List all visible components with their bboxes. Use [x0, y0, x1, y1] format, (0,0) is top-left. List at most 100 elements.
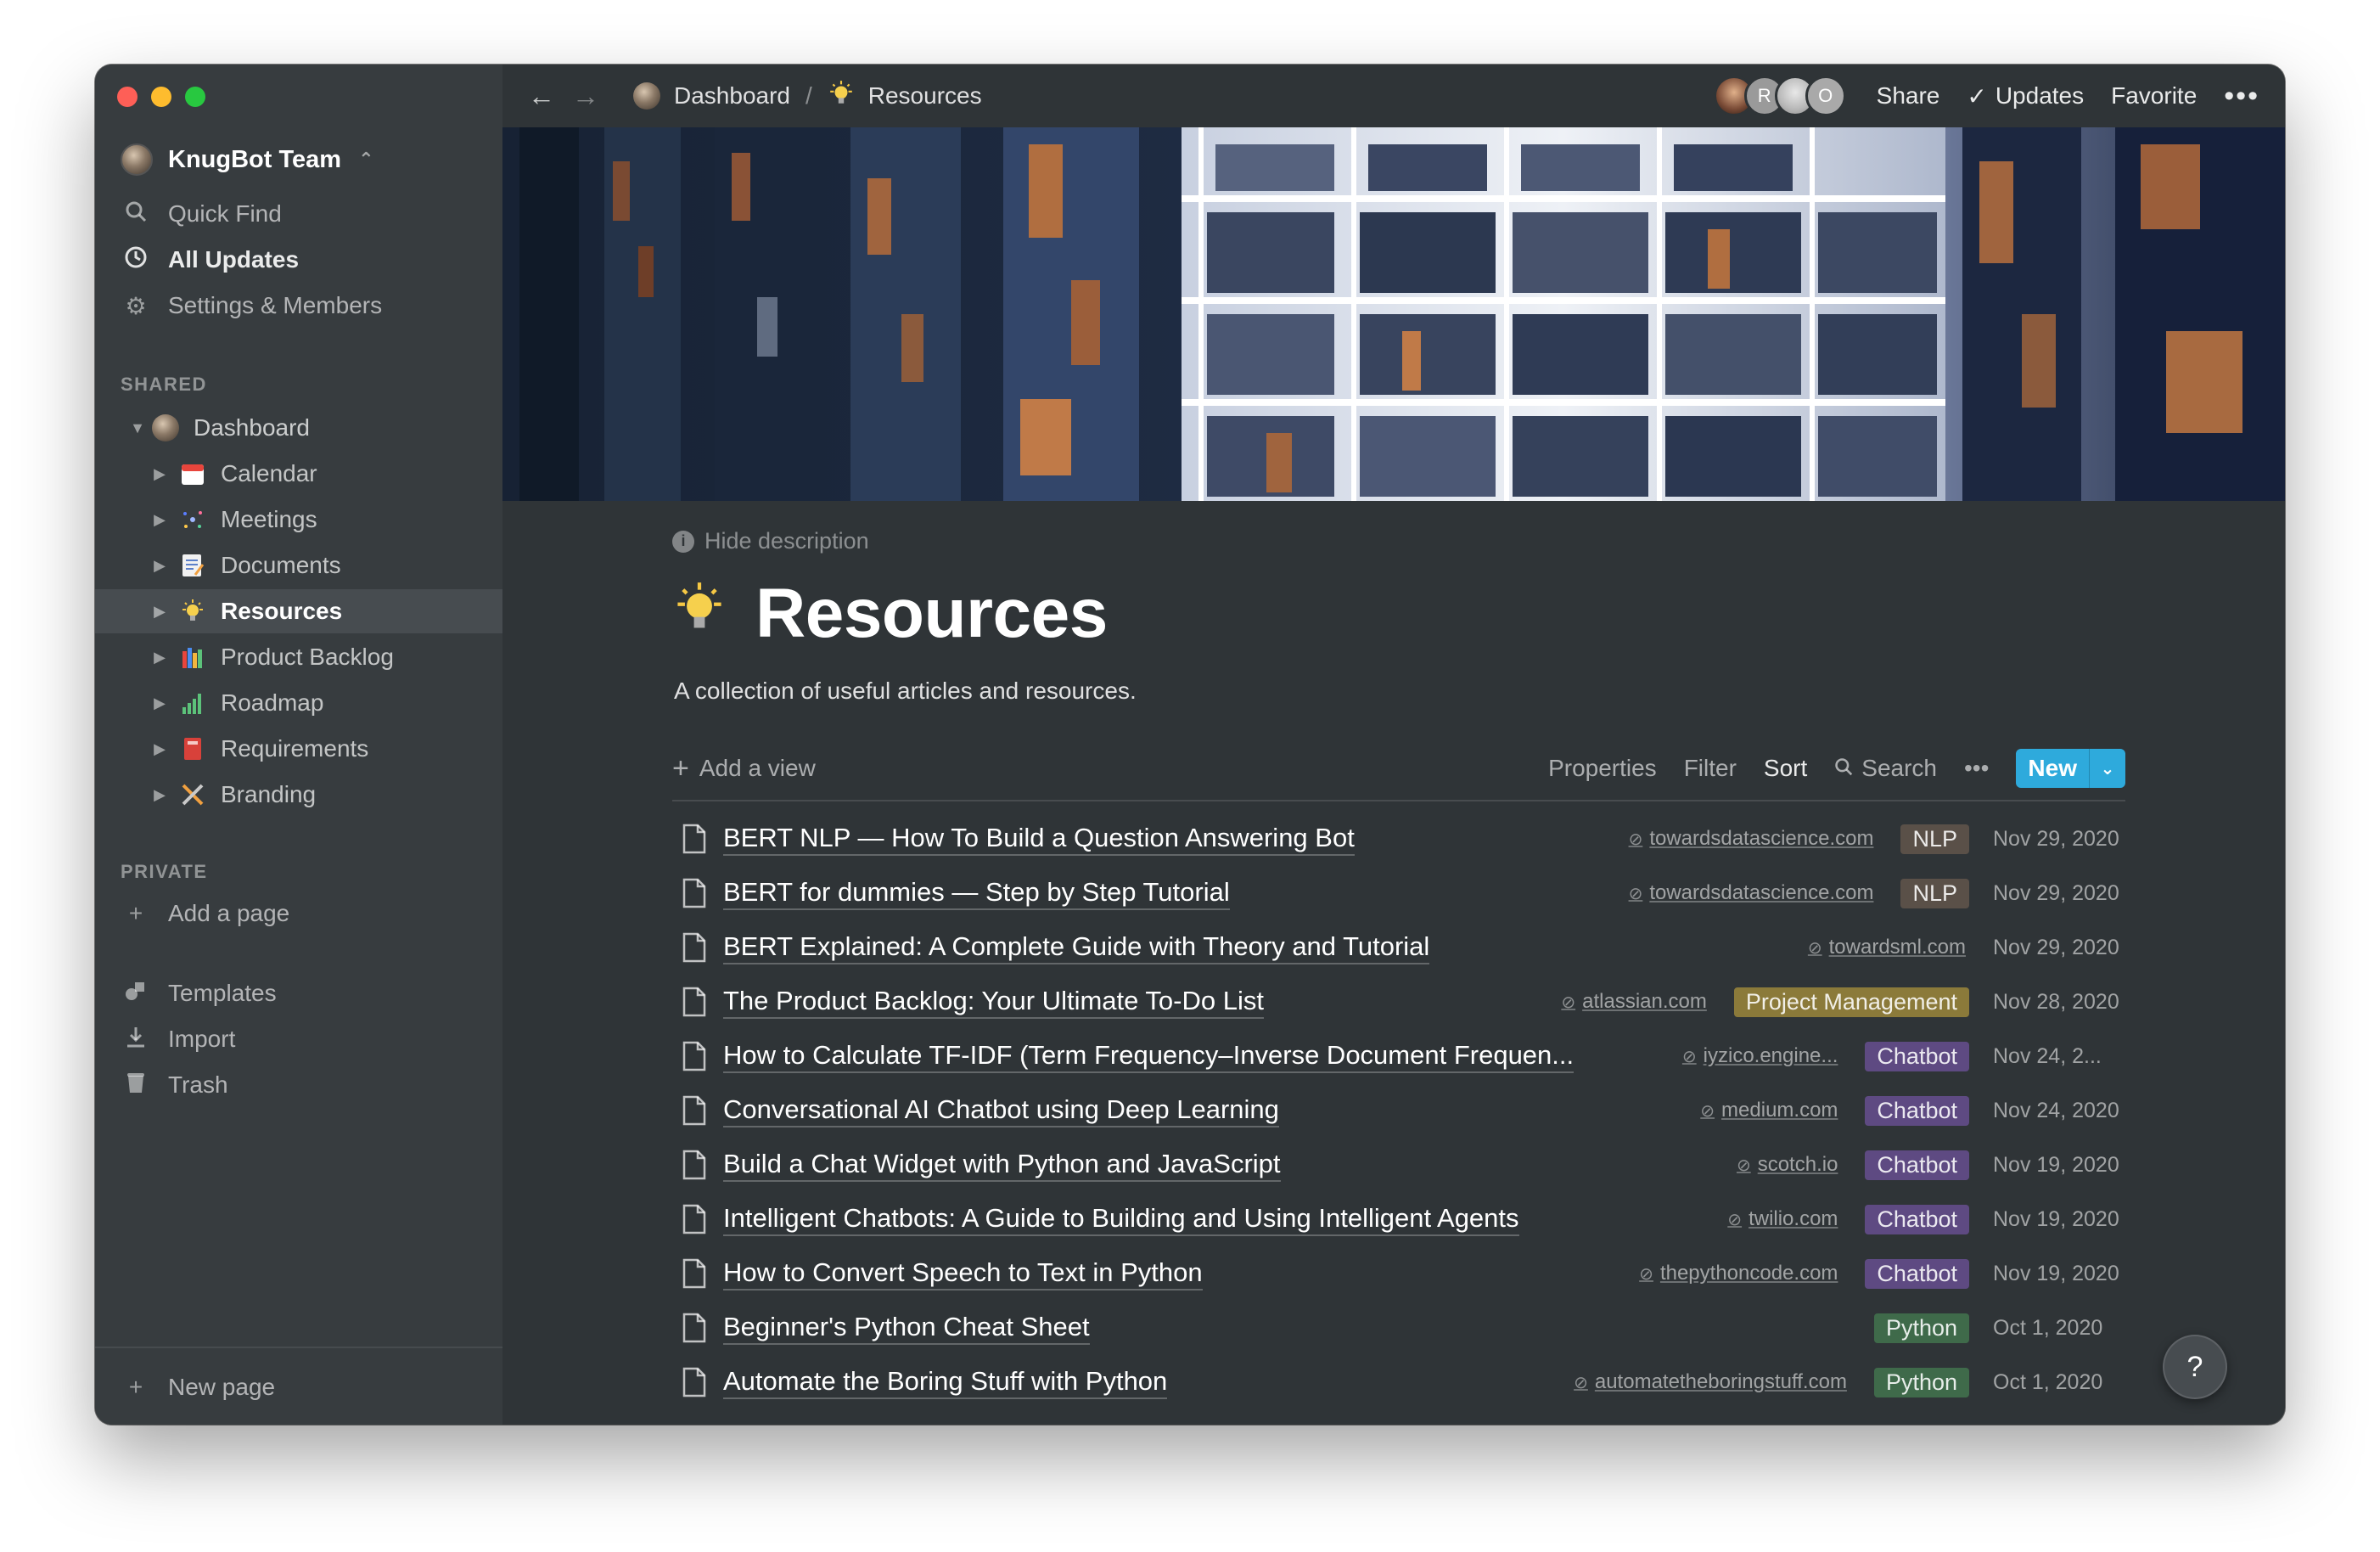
row-title[interactable]: Conversational AI Chatbot using Deep Lea…: [723, 1094, 1279, 1127]
row-title[interactable]: BERT NLP — How To Build a Question Answe…: [723, 822, 1355, 856]
row-url[interactable]: ⊘ medium.com: [1700, 1099, 1838, 1122]
row-title[interactable]: How to Calculate TF-IDF (Term Frequency–…: [723, 1039, 1575, 1073]
row-title[interactable]: Automate the Boring Stuff with Python: [723, 1365, 1168, 1399]
sidebar-item-templates[interactable]: Templates: [121, 971, 502, 1015]
share-button[interactable]: Share: [1877, 82, 1940, 110]
new-button[interactable]: New: [2016, 749, 2089, 788]
row-url[interactable]: ⊘ towardsml.com: [1808, 936, 1966, 959]
expanded-arrow-icon[interactable]: ▼: [129, 419, 146, 437]
breadcrumb-dashboard[interactable]: Dashboard: [674, 82, 790, 110]
row-tag[interactable]: Chatbot: [1865, 1150, 1969, 1180]
new-page-button[interactable]: + New page: [121, 1365, 502, 1409]
add-page-button[interactable]: + Add a page: [121, 891, 502, 936]
collaborator-avatars[interactable]: R O: [1713, 76, 1846, 116]
add-view-button[interactable]: + Add a view: [672, 752, 816, 785]
more-options-button[interactable]: •••: [2224, 80, 2259, 113]
sidebar-item-resources[interactable]: ▶ Resources: [95, 589, 502, 633]
row-url[interactable]: ⊘ twilio.com: [1727, 1207, 1838, 1231]
page-title-text[interactable]: Resources: [755, 574, 1108, 654]
sidebar-item-label: Branding: [221, 781, 317, 807]
back-arrow-icon[interactable]: ←: [528, 81, 555, 112]
list-item[interactable]: Intelligent Chatbots: A Guide to Buildin…: [672, 1192, 2125, 1246]
collapsed-arrow-icon[interactable]: ▶: [151, 511, 168, 529]
sidebar-item-quick-find[interactable]: Quick Find: [121, 192, 502, 236]
sidebar-item-calendar[interactable]: ▶ Calendar: [95, 452, 502, 496]
collapsed-arrow-icon[interactable]: ▶: [151, 694, 168, 712]
close-window-button[interactable]: [117, 87, 138, 107]
row-tag[interactable]: Python: [1873, 1313, 1969, 1343]
list-item[interactable]: BERT for dummies — Step by Step Tutorial…: [672, 866, 2125, 920]
lightbulb-icon[interactable]: [672, 581, 727, 648]
list-item[interactable]: Beginner's Python Cheat Sheet ⊘ Python O…: [672, 1301, 2125, 1355]
sidebar-item-branding[interactable]: ▶ Branding: [95, 773, 502, 817]
row-url[interactable]: ⊘ scotch.io: [1737, 1153, 1838, 1177]
more-options-button[interactable]: •••: [1964, 755, 1989, 782]
row-tag[interactable]: Project Management: [1733, 987, 1969, 1017]
favorite-button[interactable]: Favorite: [2111, 82, 2197, 110]
list-item[interactable]: Automate the Boring Stuff with Python ⊘ a…: [672, 1355, 2125, 1409]
search-button[interactable]: Search: [1834, 755, 1937, 782]
workspace-switcher[interactable]: KnugBot Team ⌃: [121, 139, 374, 180]
sidebar-item-import[interactable]: Import: [121, 1017, 502, 1061]
filter-button[interactable]: Filter: [1684, 755, 1737, 782]
row-tag[interactable]: NLP: [1900, 824, 1969, 854]
list-item[interactable]: BERT NLP — How To Build a Question Answe…: [672, 812, 2125, 866]
avatar[interactable]: O: [1805, 76, 1846, 116]
breadcrumb-separator: /: [805, 82, 812, 109]
sidebar-item-all-updates[interactable]: All Updates: [121, 238, 502, 282]
row-url[interactable]: ⊘ iyzico.engine...: [1682, 1044, 1838, 1068]
sidebar-item-meetings[interactable]: ▶ Meetings: [95, 498, 502, 542]
list-item[interactable]: How to Convert Speech to Text in Python …: [672, 1246, 2125, 1301]
row-url[interactable]: ⊘ automatetheboringstuff.com: [1574, 1370, 1847, 1394]
row-title[interactable]: How to Convert Speech to Text in Python: [723, 1257, 1203, 1291]
row-tag[interactable]: Python: [1873, 1367, 1969, 1397]
list-item[interactable]: BERT Explained: A Complete Guide with Th…: [672, 920, 2125, 975]
page-description[interactable]: A collection of useful articles and reso…: [674, 678, 1137, 705]
row-tag[interactable]: Chatbot: [1865, 1041, 1969, 1071]
sidebar-item-dashboard[interactable]: ▼ Dashboard: [95, 406, 502, 450]
updates-button[interactable]: ✓ Updates: [1967, 82, 2084, 110]
help-button[interactable]: ?: [2163, 1335, 2227, 1399]
row-title[interactable]: The Product Backlog: Your Ultimate To-Do…: [723, 985, 1264, 1019]
row-url[interactable]: ⊘ thepythoncode.com: [1639, 1262, 1838, 1285]
row-tag[interactable]: NLP: [1900, 878, 1969, 908]
sidebar-item-requirements[interactable]: ▶ Requirements: [95, 727, 502, 771]
row-tag[interactable]: Chatbot: [1865, 1258, 1969, 1289]
collapsed-arrow-icon[interactable]: ▶: [151, 786, 168, 804]
hide-description-button[interactable]: i Hide description: [672, 528, 869, 554]
list-item[interactable]: The Product Backlog: Your Ultimate To-Do…: [672, 975, 2125, 1029]
forward-arrow-icon[interactable]: →: [572, 81, 599, 112]
row-tag[interactable]: Chatbot: [1865, 1095, 1969, 1126]
list-item[interactable]: How to Calculate TF-IDF (Term Frequency–…: [672, 1029, 2125, 1083]
row-title[interactable]: BERT Explained: A Complete Guide with Th…: [723, 931, 1430, 964]
collapsed-arrow-icon[interactable]: ▶: [151, 603, 168, 621]
row-date: Oct 1, 2020: [1993, 1315, 2103, 1340]
collapsed-arrow-icon[interactable]: ▶: [151, 557, 168, 575]
chevron-down-icon[interactable]: ⌄: [2089, 749, 2125, 788]
sidebar-item-settings[interactable]: ⚙ Settings & Members: [121, 284, 502, 328]
row-tag[interactable]: Chatbot: [1865, 1204, 1969, 1234]
row-title[interactable]: BERT for dummies — Step by Step Tutorial: [723, 876, 1230, 910]
row-title[interactable]: Beginner's Python Cheat Sheet: [723, 1311, 1090, 1345]
sidebar-item-product-backlog[interactable]: ▶ Product Backlog: [95, 635, 502, 679]
minimize-window-button[interactable]: [151, 87, 171, 107]
breadcrumb-resources[interactable]: Resources: [868, 82, 982, 110]
search-icon: [121, 200, 151, 228]
row-url[interactable]: ⊘ atlassian.com: [1561, 990, 1707, 1014]
properties-button[interactable]: Properties: [1548, 755, 1657, 782]
list-item[interactable]: Conversational AI Chatbot using Deep Lea…: [672, 1083, 2125, 1138]
sidebar-item-roadmap[interactable]: ▶ Roadmap: [95, 681, 502, 725]
sidebar-item-documents[interactable]: ▶ Documents: [95, 543, 502, 588]
collapsed-arrow-icon[interactable]: ▶: [151, 649, 168, 666]
list-item[interactable]: Build a Chat Widget with Python and Java…: [672, 1138, 2125, 1192]
sort-button[interactable]: Sort: [1764, 755, 1807, 782]
row-url[interactable]: ⊘ towardsdatascience.com: [1629, 881, 1874, 905]
sidebar-item-trash[interactable]: Trash: [121, 1063, 502, 1107]
row-title[interactable]: Intelligent Chatbots: A Guide to Buildin…: [723, 1202, 1519, 1236]
collapsed-arrow-icon[interactable]: ▶: [151, 465, 168, 483]
maximize-window-button[interactable]: [185, 87, 205, 107]
workspace-name: KnugBot Team: [168, 145, 342, 173]
row-title[interactable]: Build a Chat Widget with Python and Java…: [723, 1148, 1281, 1182]
collapsed-arrow-icon[interactable]: ▶: [151, 740, 168, 758]
row-url[interactable]: ⊘ towardsdatascience.com: [1629, 827, 1874, 851]
